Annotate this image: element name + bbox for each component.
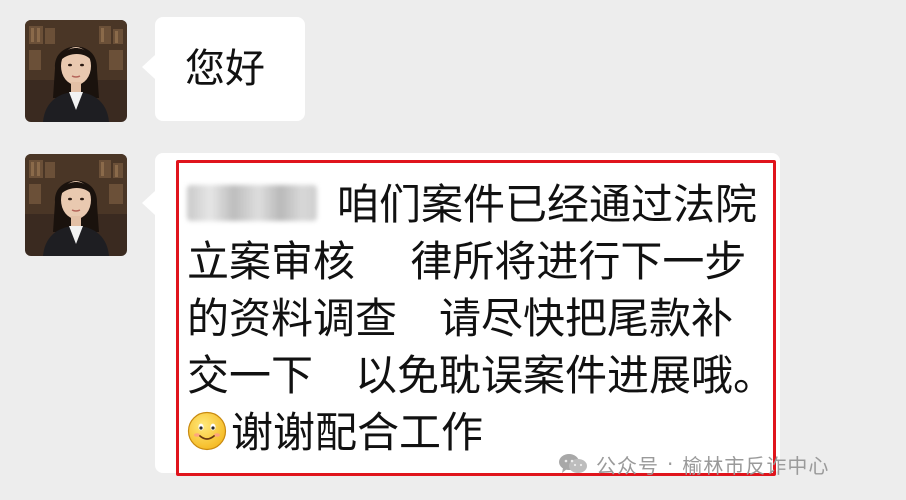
contact-avatar[interactable] — [25, 20, 127, 122]
watermark-account: 榆林市反诈中心 — [682, 453, 830, 478]
watermark-source: 公众号 — [596, 453, 659, 478]
avatar-image — [25, 20, 127, 122]
blurred-name-redaction — [187, 185, 317, 221]
message-line: 咱们案件已经通过法院 — [187, 176, 767, 233]
message-line-text: 谢谢配合工作 — [231, 408, 484, 457]
message-line: 交一下 以免耽误案件进展哦。 — [187, 351, 776, 400]
message-text: 咱们案件已经通过法院 立案审核 律所将进行下一步 的资料调查 请尽快把尾款补 交… — [187, 176, 776, 461]
message-text: 您好 — [185, 46, 265, 92]
watermark: 公众号 · 榆林市反诈中心 — [558, 448, 829, 480]
message-line-text: 咱们案件已经通过法院 — [337, 180, 758, 229]
avatar-image — [25, 154, 127, 256]
message-line: 立案审核 律所将进行下一步 — [187, 237, 747, 286]
wechat-official-account-icon — [558, 452, 588, 476]
smile-emoji-icon — [187, 411, 227, 451]
message-line: 的资料调查 请尽快把尾款补 — [187, 294, 734, 343]
watermark-separator: · — [667, 452, 675, 476]
message-bubble[interactable]: 您好 — [142, 17, 305, 121]
contact-avatar[interactable] — [25, 154, 127, 256]
